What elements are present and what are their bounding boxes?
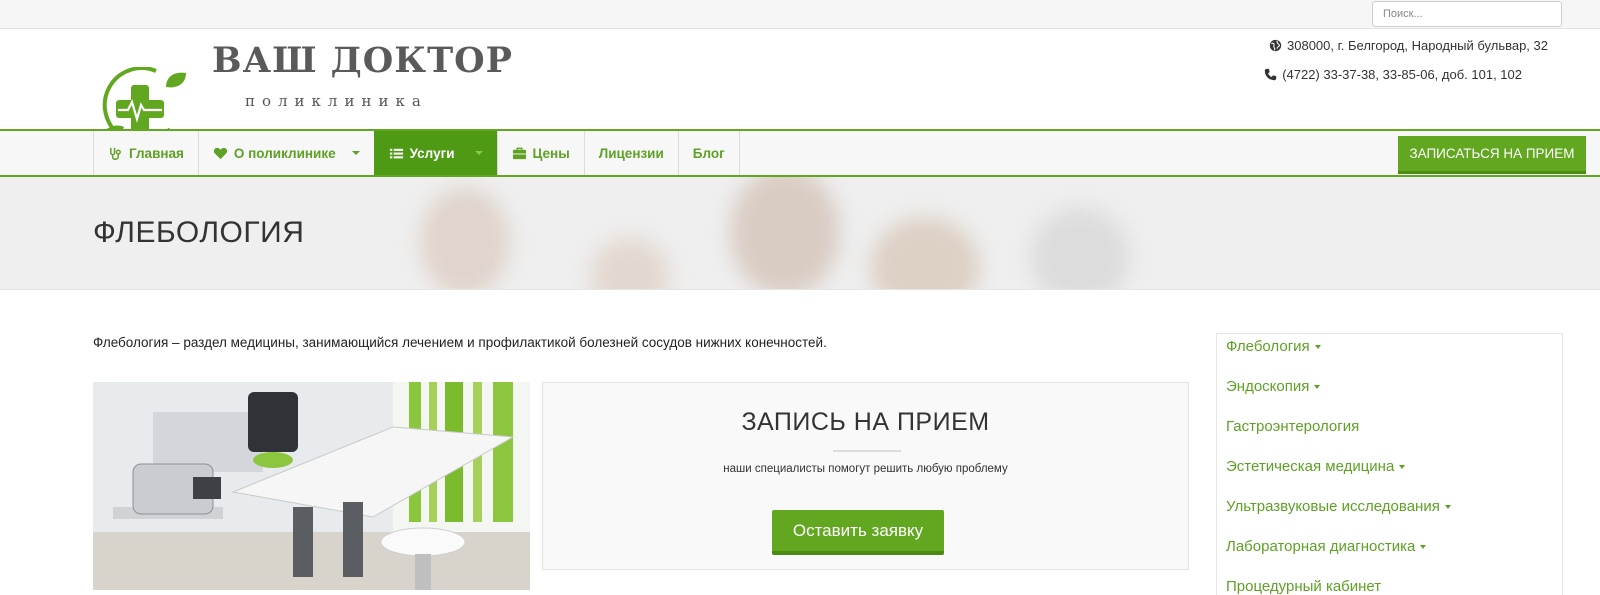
logo-title[interactable]: ВАШ ДОКТОР	[212, 40, 513, 81]
chevron-down-icon	[1399, 464, 1406, 469]
nav-label: Цены	[532, 145, 570, 161]
page-banner: ФЛЕБОЛОГИЯ	[0, 177, 1600, 290]
chevron-down-icon	[1314, 344, 1321, 349]
nav-item-prices[interactable]: Цены	[496, 131, 584, 175]
page-title: ФЛЕБОЛОГИЯ	[93, 216, 305, 249]
search-input[interactable]	[1372, 1, 1562, 27]
sidebar-item-phlebology[interactable]: Флебология	[1226, 338, 1321, 355]
stethoscope-icon	[110, 147, 121, 160]
sidebar-item-label: Эндоскопия	[1226, 378, 1310, 395]
nav-item-blog[interactable]: Блог	[677, 131, 740, 175]
list-icon	[389, 148, 403, 158]
appointment-title: ЗАПИСЬ НА ПРИЕМ	[741, 408, 990, 436]
banner-photo	[1030, 207, 1130, 289]
services-sidebar: Флебология Эндоскопия Гастроэнтерология …	[1216, 333, 1563, 595]
address-line: 308000, г. Белгород, Народный бульвар, 3…	[1269, 38, 1548, 53]
sidebar-item-gastroenterology[interactable]: Гастроэнтерология	[1226, 418, 1359, 435]
nav-label: Лицензии	[598, 145, 664, 161]
nav-item-services[interactable]: Услуги	[373, 131, 497, 175]
chevron-down-icon	[351, 151, 360, 155]
nav-label: Главная	[129, 145, 184, 161]
submit-request-button[interactable]: Оставить заявку	[772, 510, 944, 555]
nav-label: Услуги	[409, 145, 455, 161]
site-header: ВАШ ДОКТОР поликлиника 308000, г. Белгор…	[0, 29, 1600, 145]
sidebar-item-aesthetic-medicine[interactable]: Эстетическая медицина	[1226, 458, 1406, 475]
banner-photo	[730, 177, 840, 289]
treatment-room-image	[93, 382, 530, 590]
sidebar-item-label: Процедурный кабинет	[1226, 578, 1382, 595]
main-nav: Главная О поликлинике Услуги Цены Лиценз…	[0, 129, 1600, 177]
nav-label: О поликлинике	[233, 145, 336, 161]
sidebar-item-procedure-room[interactable]: Процедурный кабинет	[1226, 578, 1381, 595]
sidebar-item-label: Флебология	[1226, 338, 1310, 355]
chevron-down-icon	[1420, 544, 1427, 549]
appointment-text: наши специалисты помогут решить любую пр…	[723, 463, 1008, 475]
banner-photo	[420, 187, 510, 289]
address-text: 308000, г. Белгород, Народный бульвар, 3…	[1287, 38, 1548, 53]
divider	[833, 450, 901, 452]
sidebar-item-label: Гастроэнтерология	[1226, 418, 1360, 435]
chevron-down-icon	[1314, 384, 1321, 389]
sidebar-item-endoscopy[interactable]: Эндоскопия	[1226, 378, 1321, 395]
heart-icon	[213, 147, 227, 159]
sidebar-item-label: Ультразвуковые исследования	[1226, 498, 1440, 515]
logo-subtitle: поликлиника	[245, 92, 428, 110]
top-bar	[0, 0, 1600, 29]
nav-item-licenses[interactable]: Лицензии	[583, 131, 678, 175]
nav-item-home[interactable]: Главная	[93, 131, 198, 175]
appointment-panel: ЗАПИСЬ НА ПРИЕМ наши специалисты помогут…	[542, 382, 1189, 570]
nav-item-about[interactable]: О поликлинике	[197, 131, 374, 175]
intro-text: Флебология – раздел медицины, занимающий…	[93, 335, 827, 350]
sidebar-item-lab-diagnostics[interactable]: Лабораторная диагностика	[1226, 538, 1427, 555]
sidebar-item-label: Эстетическая медицина	[1226, 458, 1395, 475]
banner-photo	[590, 237, 670, 289]
banner-photo	[870, 217, 980, 289]
chevron-down-icon	[474, 151, 483, 155]
phone-icon	[1265, 68, 1277, 81]
briefcase-icon	[512, 147, 526, 159]
sidebar-item-label: Лабораторная диагностика	[1226, 538, 1416, 555]
sidebar-item-ultrasound[interactable]: Ультразвуковые исследования	[1226, 498, 1451, 515]
phone-text[interactable]: (4722) 33-37-38, 33-85-06, доб. 101, 102	[1282, 67, 1522, 82]
phone-line: (4722) 33-37-38, 33-85-06, доб. 101, 102	[1264, 67, 1522, 82]
chevron-down-icon	[1444, 504, 1451, 509]
nav-label: Блог	[692, 145, 725, 161]
globe-icon	[1269, 39, 1282, 52]
book-appointment-button[interactable]: ЗАПИСАТЬСЯ НА ПРИЕМ	[1398, 136, 1586, 174]
